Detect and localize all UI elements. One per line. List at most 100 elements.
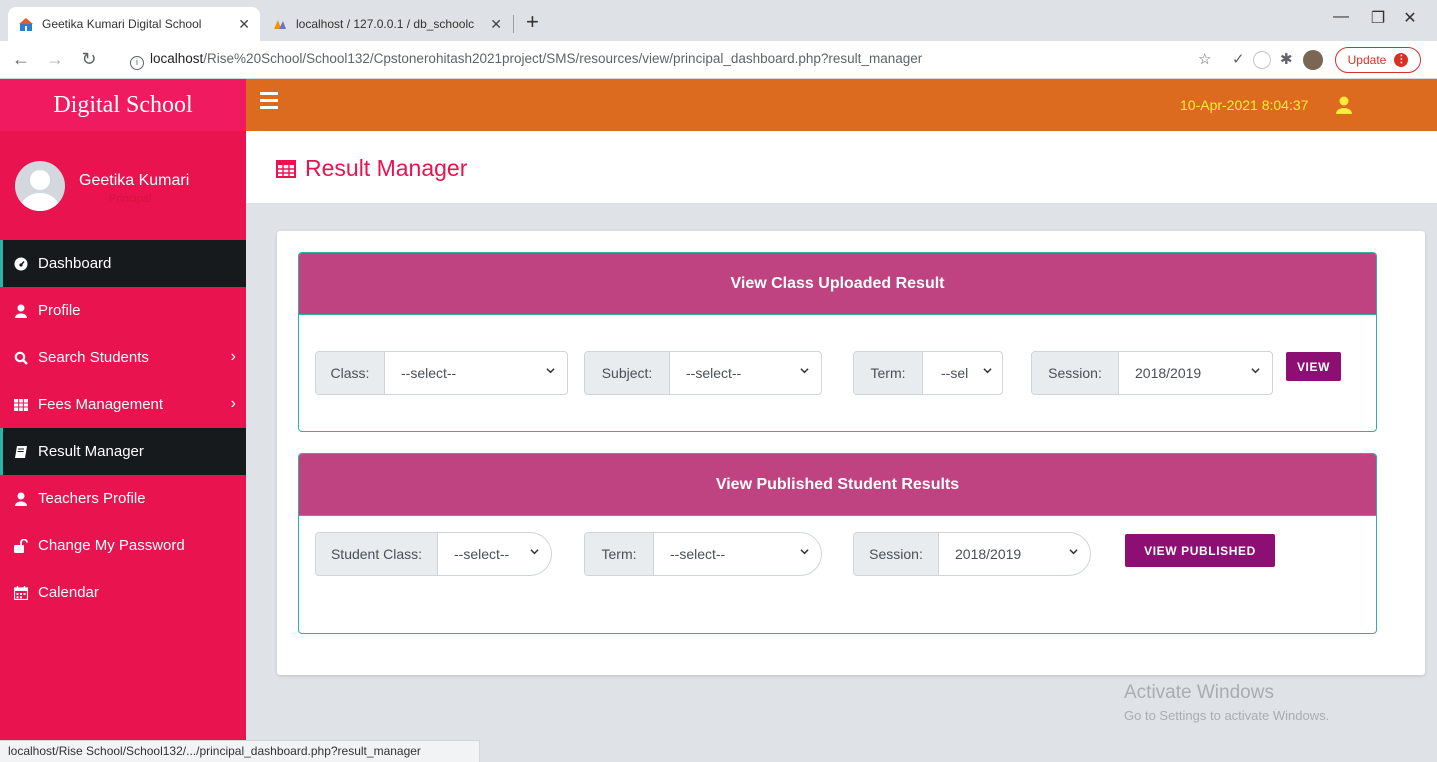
restore-icon[interactable]: ❐ bbox=[1363, 8, 1393, 28]
sidebar-item-dashboard[interactable]: Dashboard bbox=[0, 240, 246, 287]
chevron-down-icon bbox=[800, 549, 809, 555]
menu-dots-icon: ⋮ bbox=[1394, 53, 1409, 67]
tab-title: Geetika Kumari Digital School bbox=[42, 17, 202, 31]
watermark-title: Activate Windows bbox=[1124, 682, 1274, 703]
page-header: Result Manager bbox=[246, 131, 1437, 203]
session-select-group: Session: 2018/2019 bbox=[1031, 351, 1273, 395]
browser-tab-school[interactable]: Geetika Kumari Digital School ✕ bbox=[8, 7, 260, 41]
table-icon bbox=[14, 398, 28, 412]
term-select[interactable]: --sel bbox=[923, 352, 1002, 394]
user-icon bbox=[14, 304, 28, 318]
class-select-group: Class: --select-- bbox=[315, 351, 568, 395]
url-path: /Rise%20School/School132/Cpstonerohitash… bbox=[203, 51, 923, 66]
browser-tab-phpmyadmin[interactable]: localhost / 127.0.0.1 / db_schoolc ✕ bbox=[262, 7, 512, 41]
term-select-group: Term: --sel bbox=[853, 351, 1003, 395]
sidebar-item-profile[interactable]: Profile bbox=[0, 287, 246, 334]
browser-status-bar: localhost/Rise School/School132/.../prin… bbox=[0, 740, 480, 762]
tab-title: localhost / 127.0.0.1 / db_schoolc bbox=[296, 17, 475, 31]
phpmyadmin-favicon-icon bbox=[274, 20, 286, 29]
student-class-label: Student Class: bbox=[316, 533, 438, 575]
page-title: Result Manager bbox=[276, 155, 467, 182]
tab-close-icon[interactable]: ✕ bbox=[490, 16, 502, 33]
hamburger-menu-icon[interactable] bbox=[260, 92, 278, 113]
class-label: Class: bbox=[316, 352, 385, 394]
windows-activation-watermark: Activate Windows Go to Settings to activ… bbox=[1124, 682, 1329, 723]
session-select-value: 2018/2019 bbox=[1135, 365, 1202, 381]
browser-tab-bar: Geetika Kumari Digital School ✕ localhos… bbox=[0, 0, 1437, 41]
sidebar-menu: Dashboard Profile Search Students › Fees… bbox=[0, 240, 246, 616]
chevron-down-icon bbox=[983, 368, 992, 374]
dashboard-icon bbox=[14, 257, 28, 271]
sidebar-item-label: Search Students bbox=[38, 349, 149, 366]
chevron-right-icon: › bbox=[230, 348, 236, 365]
current-datetime: 10-Apr-2021 8:04:37 bbox=[1180, 97, 1309, 113]
sidebar-item-label: Change My Password bbox=[38, 537, 185, 554]
school-favicon-icon bbox=[19, 18, 33, 31]
published-term-label: Term: bbox=[585, 533, 654, 575]
sidebar-item-label: Dashboard bbox=[38, 255, 112, 272]
published-session-select-group: Session: 2018/2019 bbox=[853, 532, 1091, 576]
close-window-icon[interactable]: ✕ bbox=[1395, 8, 1425, 28]
user-account-icon[interactable] bbox=[1336, 96, 1352, 114]
chevron-down-icon bbox=[1251, 368, 1260, 374]
published-results-panel: View Published Student Results Student C… bbox=[298, 453, 1377, 634]
chevron-down-icon bbox=[530, 549, 539, 555]
published-term-select[interactable]: --select-- bbox=[654, 533, 821, 575]
subject-select-value: --select-- bbox=[686, 365, 742, 381]
sidebar-item-label: Fees Management bbox=[38, 396, 164, 413]
calendar-icon bbox=[14, 585, 28, 600]
chevron-down-icon bbox=[800, 368, 809, 374]
student-class-select-group: Student Class: --select-- bbox=[315, 532, 552, 576]
sidebar-item-result-manager[interactable]: Result Manager bbox=[0, 428, 246, 475]
search-icon bbox=[14, 351, 28, 365]
sidebar-item-calendar[interactable]: Calendar bbox=[0, 569, 246, 616]
view-published-button[interactable]: VIEW PUBLISHED bbox=[1125, 534, 1275, 567]
url-field[interactable]: i localhost/Rise%20School/School132/Cpsto… bbox=[130, 51, 922, 70]
user-icon bbox=[14, 492, 28, 506]
sidebar-item-label: Teachers Profile bbox=[38, 490, 146, 507]
top-navbar: 10-Apr-2021 8:04:37 bbox=[246, 79, 1437, 131]
brand-logo[interactable]: Digital School bbox=[0, 79, 246, 131]
view-button[interactable]: VIEW bbox=[1286, 352, 1341, 381]
watermark-subtitle: Go to Settings to activate Windows. bbox=[1124, 708, 1330, 723]
uploaded-result-panel: View Class Uploaded Result Class: --sele… bbox=[298, 252, 1377, 432]
sidebar-item-teachers-profile[interactable]: Teachers Profile bbox=[0, 475, 246, 522]
back-icon[interactable]: ← bbox=[10, 49, 32, 69]
sidebar-item-change-password[interactable]: Change My Password bbox=[0, 522, 246, 569]
session-label: Session: bbox=[1032, 352, 1119, 394]
site-info-icon[interactable]: i bbox=[130, 56, 144, 70]
tab-separator bbox=[513, 15, 514, 33]
chevron-down-icon bbox=[546, 368, 555, 374]
checkmark-extension-icon[interactable]: ✓ bbox=[1232, 50, 1245, 68]
bookmark-star-icon[interactable]: ☆ bbox=[1198, 50, 1211, 68]
unlock-icon bbox=[14, 538, 28, 553]
published-session-select-value: 2018/2019 bbox=[955, 546, 1022, 562]
session-select[interactable]: 2018/2019 bbox=[1119, 352, 1272, 394]
profile-role: Principal bbox=[109, 193, 152, 205]
table-icon bbox=[276, 159, 296, 178]
minimize-icon[interactable]: — bbox=[1326, 8, 1356, 26]
subject-label: Subject: bbox=[585, 352, 670, 394]
update-button[interactable]: Update ⋮ bbox=[1335, 47, 1421, 73]
tab-close-icon[interactable]: ✕ bbox=[238, 16, 250, 33]
student-class-select-value: --select-- bbox=[454, 546, 510, 562]
new-tab-icon[interactable]: + bbox=[526, 10, 539, 34]
term-label: Term: bbox=[854, 352, 923, 394]
browser-profile-avatar[interactable] bbox=[1303, 50, 1323, 70]
page-title-text: Result Manager bbox=[305, 155, 468, 181]
reload-icon[interactable]: ↻ bbox=[78, 49, 100, 69]
subject-select[interactable]: --select-- bbox=[670, 352, 821, 394]
published-results-heading: View Published Student Results bbox=[299, 454, 1376, 516]
sidebar-item-search-students[interactable]: Search Students › bbox=[0, 334, 246, 381]
sidebar-item-fees-management[interactable]: Fees Management › bbox=[0, 381, 246, 428]
book-icon bbox=[14, 445, 28, 459]
subject-select-group: Subject: --select-- bbox=[584, 351, 822, 395]
sidebar-item-label: Calendar bbox=[38, 584, 99, 601]
student-class-select[interactable]: --select-- bbox=[438, 533, 551, 575]
forward-icon[interactable]: → bbox=[44, 49, 66, 69]
published-session-select[interactable]: 2018/2019 bbox=[939, 533, 1090, 575]
extension-icon[interactable] bbox=[1253, 51, 1271, 69]
puzzle-extensions-icon[interactable]: ✱ bbox=[1280, 50, 1293, 68]
class-select[interactable]: --select-- bbox=[385, 352, 567, 394]
sidebar-profile: Geetika Kumari Principal bbox=[0, 131, 246, 231]
